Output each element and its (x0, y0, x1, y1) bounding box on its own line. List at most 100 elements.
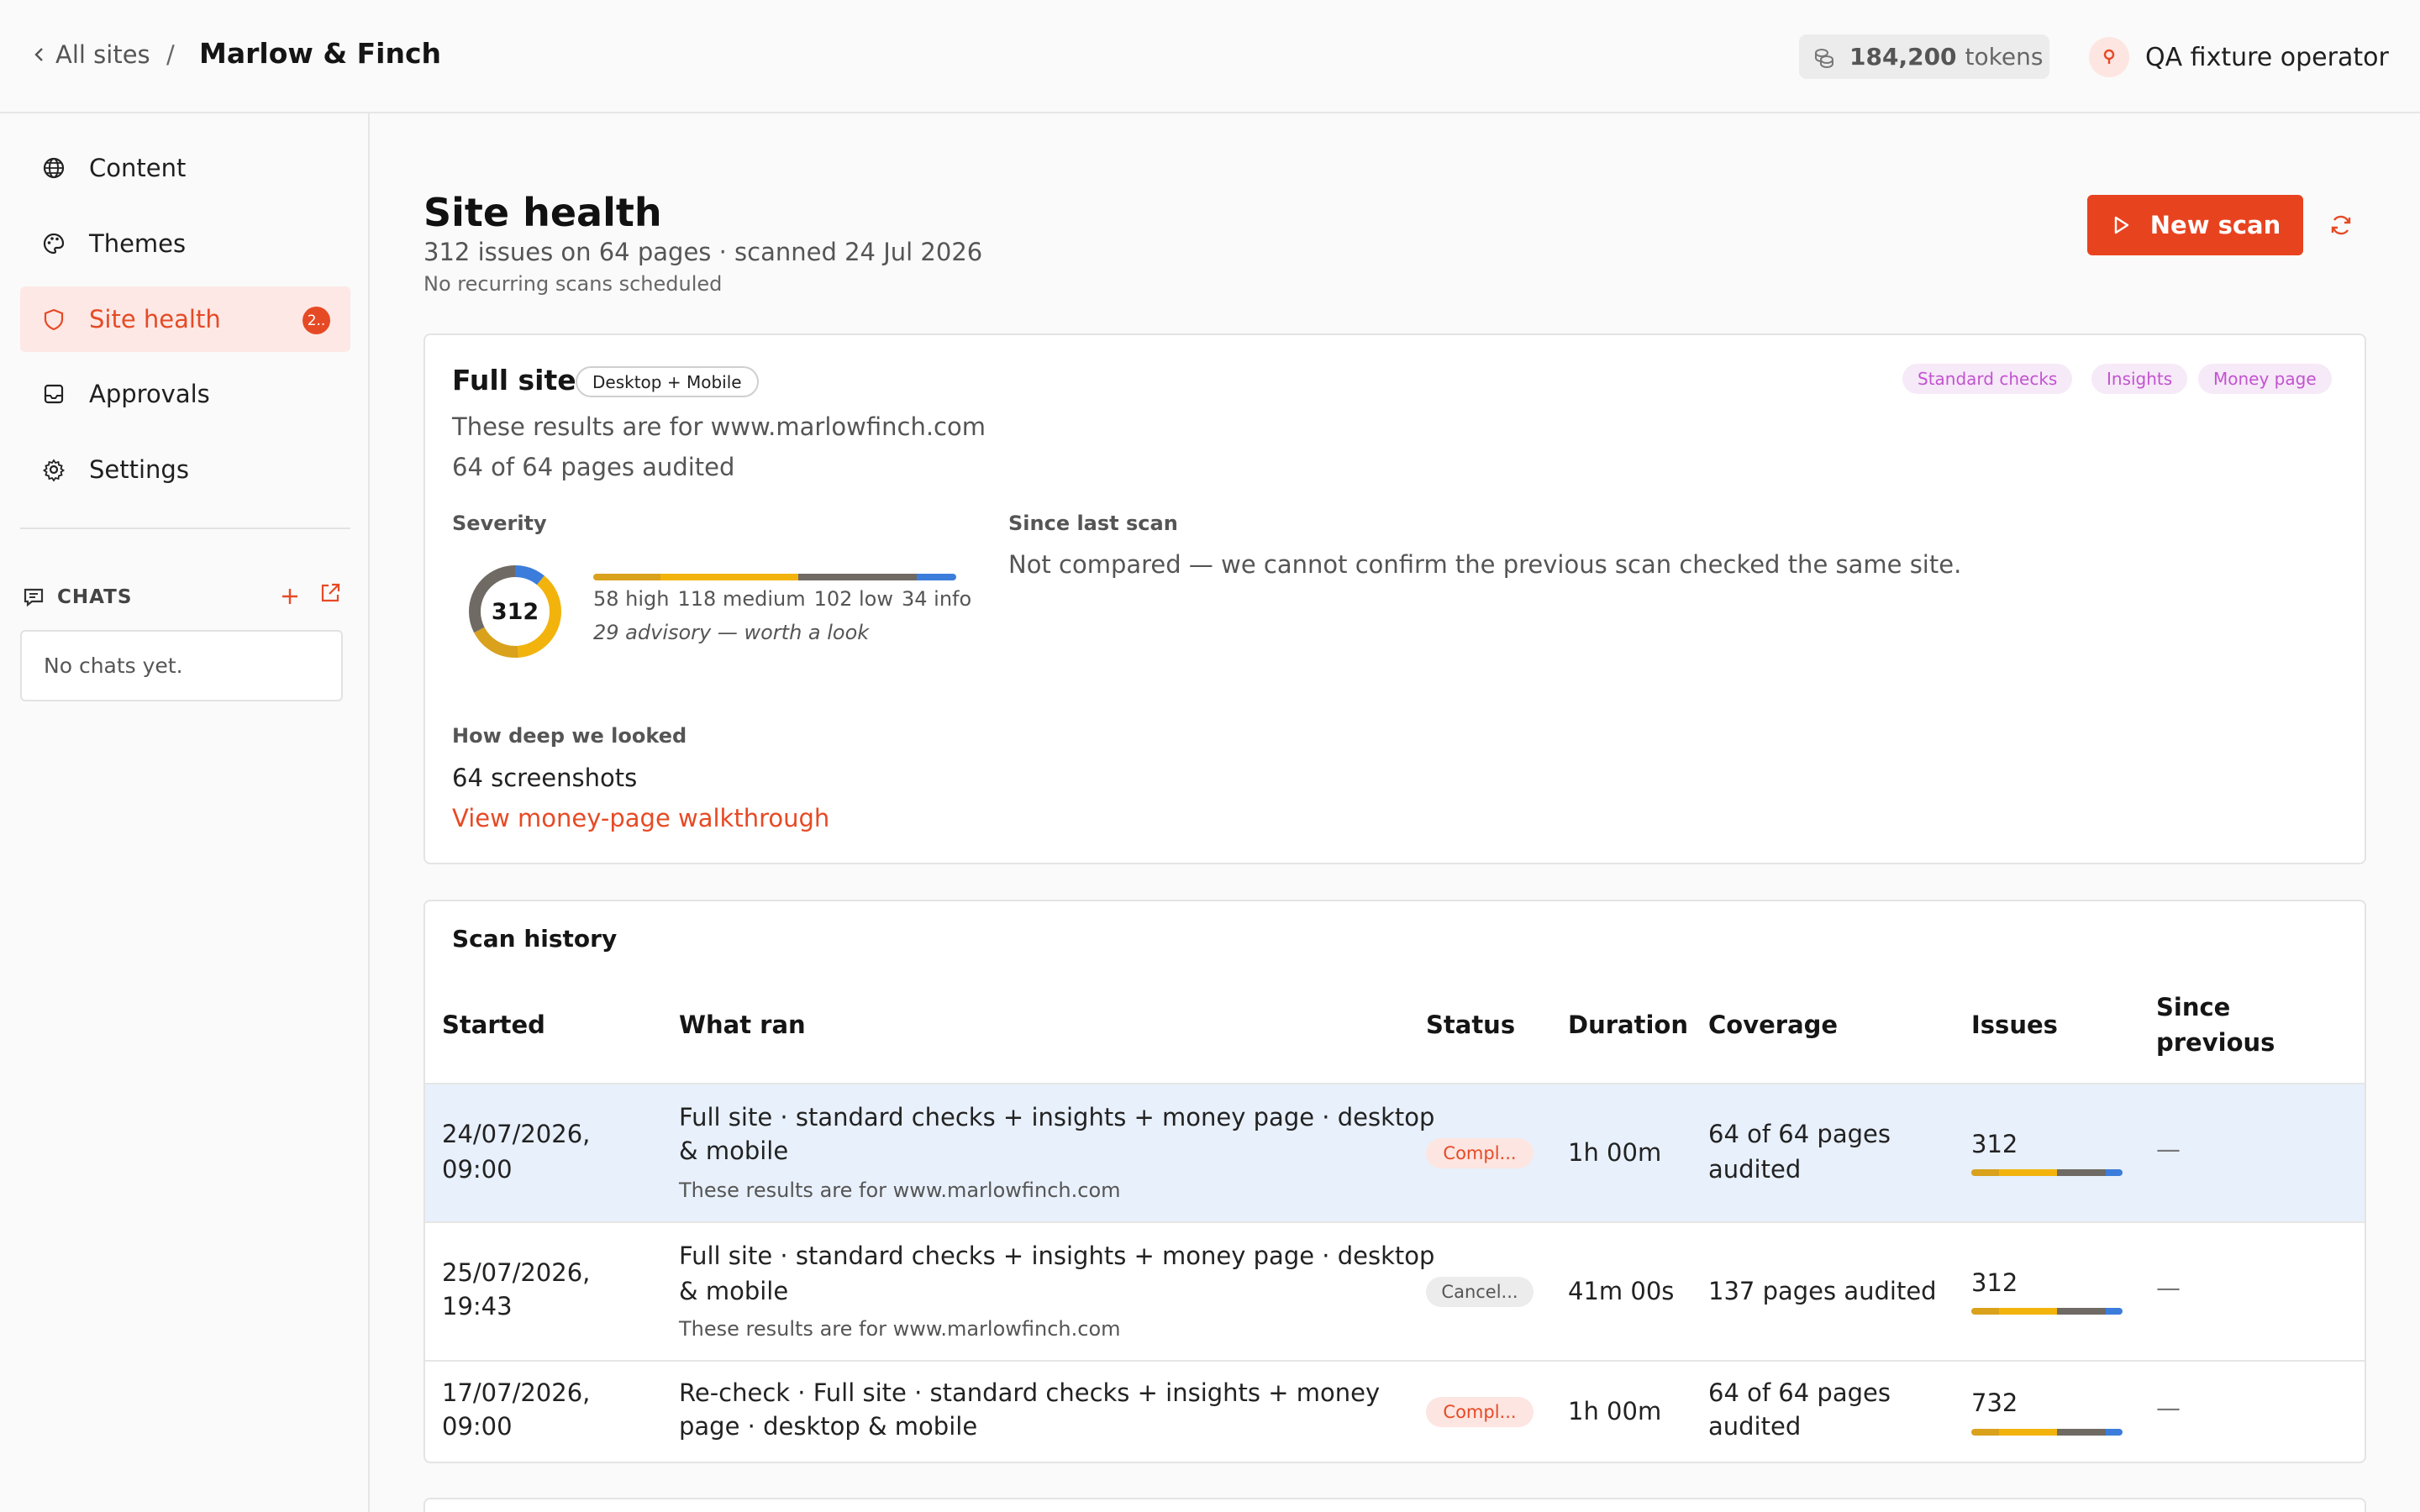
gear-icon (42, 459, 66, 482)
chat-icon (24, 588, 44, 607)
chats-header: CHATS (22, 580, 351, 614)
row-what-ran-cont: & mobile (679, 1277, 789, 1305)
add-chat-icon[interactable] (276, 582, 304, 611)
sidebar: Content Themes Site health 2.. Approvals… (0, 113, 370, 1512)
row-issues: 312 (1971, 1268, 2018, 1297)
external-link-icon[interactable] (318, 580, 343, 606)
severity-segment-high (593, 574, 661, 580)
breadcrumb-separator: / (166, 40, 175, 69)
since-last-scan-text: Not compared — we cannot confirm the pre… (1008, 550, 1962, 579)
row-coverage: 137 pages audited (1708, 1277, 1937, 1305)
shield-icon (44, 308, 64, 331)
sidebar-item-label: Settings (89, 455, 189, 484)
chevron-left-icon (34, 48, 43, 61)
row-coverage: 64 of 64 pages (1708, 1120, 1891, 1148)
new-scan-button[interactable]: New scan (2087, 195, 2303, 255)
page-title: Site health (424, 190, 662, 235)
row-what-ran-cont: page · desktop & mobile (679, 1412, 978, 1441)
scan-history-card: Scan history Started What ran Status Dur… (424, 900, 2366, 1463)
tokens-unit: tokens (1965, 43, 2044, 71)
scan-scope-title: Full site (452, 364, 576, 396)
tag-money-page: Money page (2198, 364, 2332, 394)
severity-segment-high (1971, 1169, 2000, 1176)
severity-segment-info (2106, 1429, 2123, 1436)
row-results-domain: These results are for www.marlowfinch.co… (679, 1179, 1121, 1202)
severity-bar (593, 574, 956, 580)
sidebar-item-approvals[interactable]: Approvals (20, 361, 350, 427)
results-for-domain: These results are for www.marlowfinch.co… (452, 412, 986, 441)
status-badge: Cancel... (1426, 1277, 1534, 1307)
back-to-all-sites-link[interactable]: All sites (30, 40, 150, 69)
back-label: All sites (55, 40, 150, 69)
table-row[interactable]: 24/07/2026, 09:00 Full site · standard c… (425, 1083, 2365, 1221)
severity-high: 58 high (593, 587, 670, 611)
row-since-previous: — (2156, 1394, 2181, 1422)
sidebar-item-themes[interactable]: Themes (20, 211, 350, 276)
user-menu[interactable]: QA fixture operator (2089, 37, 2389, 77)
row-coverage: 64 of 64 pages (1708, 1378, 1891, 1407)
severity-segment-high (1971, 1308, 2000, 1315)
coins-icon (1815, 48, 1833, 68)
severity-label: Severity (452, 512, 547, 535)
severity-segment-medium (1999, 1308, 2057, 1315)
schedule-note: No recurring scans scheduled (424, 272, 723, 296)
row-started-date: 24/07/2026, (442, 1120, 591, 1148)
scan-history-title: Scan history (452, 925, 618, 953)
row-severity-bar (1971, 1429, 2123, 1436)
refresh-icon[interactable] (2328, 212, 2354, 239)
severity-segment-info (916, 574, 956, 580)
severity-segment-low (2056, 1429, 2107, 1436)
device-chip: Desktop + Mobile (576, 366, 759, 397)
row-started-time: 09:00 (442, 1412, 513, 1441)
chats-title: CHATS (57, 586, 133, 608)
row-what-ran: Full site · standard checks + insights +… (679, 1242, 1435, 1270)
row-issues: 732 (1971, 1389, 2018, 1417)
pages-audited: 64 of 64 pages audited (452, 453, 735, 481)
severity-legend: 58 high 118 medium 102 low 34 info (593, 587, 980, 611)
issues-badge: 2.. (302, 307, 330, 334)
tokens-value: 184,200 (1849, 43, 1957, 71)
severity-info: 34 info (902, 587, 972, 611)
severity-segment-info (2106, 1169, 2123, 1176)
row-duration: 41m 00s (1568, 1277, 1675, 1305)
money-page-walkthrough-link[interactable]: View money-page walkthrough (452, 804, 829, 832)
row-what-ran-cont: & mobile (679, 1137, 789, 1165)
sidebar-item-site-health[interactable]: Site health 2.. (20, 286, 350, 352)
inbox-icon (44, 384, 64, 404)
table-row[interactable]: 17/07/2026, 09:00 Re-check · Full site ·… (425, 1360, 2365, 1462)
tokens-balance: 184,200 tokens (1799, 34, 2049, 79)
row-coverage-cont: audited (1708, 1412, 1802, 1441)
severity-donut: 312 (469, 565, 561, 658)
row-started-date: 17/07/2026, (442, 1378, 591, 1407)
severity-segment-info (2106, 1308, 2123, 1315)
scan-summary-card: Full site Desktop + Mobile Standard chec… (424, 333, 2366, 864)
severity-segment-low (2056, 1308, 2107, 1315)
sidebar-item-content[interactable]: Content (20, 135, 350, 201)
column-header-what-ran: What ran (679, 1011, 806, 1039)
status-badge: Compl... (1426, 1138, 1534, 1168)
severity-segment-high (1971, 1429, 2000, 1436)
row-started-time: 19:43 (442, 1292, 513, 1320)
severity-low: 102 low (813, 587, 893, 611)
new-scan-label: New scan (2149, 211, 2281, 239)
severity-segment-low (2056, 1169, 2107, 1176)
sidebar-item-settings[interactable]: Settings (20, 437, 350, 502)
row-coverage-cont: audited (1708, 1155, 1802, 1184)
table-row[interactable]: 25/07/2026, 19:43 Full site · standard c… (425, 1221, 2365, 1360)
row-what-ran: Full site · standard checks + insights +… (679, 1103, 1435, 1131)
issues-total: 312 (492, 599, 539, 625)
sidebar-item-label: Approvals (89, 380, 210, 408)
sidebar-divider (20, 528, 350, 529)
row-severity-bar (1971, 1169, 2123, 1176)
user-pin-icon (2103, 49, 2115, 64)
sidebar-item-label: Themes (89, 229, 187, 258)
site-name: Marlow & Finch (199, 37, 442, 70)
row-issues: 312 (1971, 1130, 2018, 1158)
row-duration: 1h 00m (1568, 1397, 1662, 1425)
severity-segment-medium (1999, 1169, 2057, 1176)
row-duration: 1h 00m (1568, 1138, 1662, 1167)
row-started-time: 09:00 (442, 1155, 513, 1184)
column-header-duration: Duration (1568, 1011, 1688, 1039)
play-icon (2114, 216, 2128, 234)
column-header-status: Status (1426, 1011, 1516, 1039)
